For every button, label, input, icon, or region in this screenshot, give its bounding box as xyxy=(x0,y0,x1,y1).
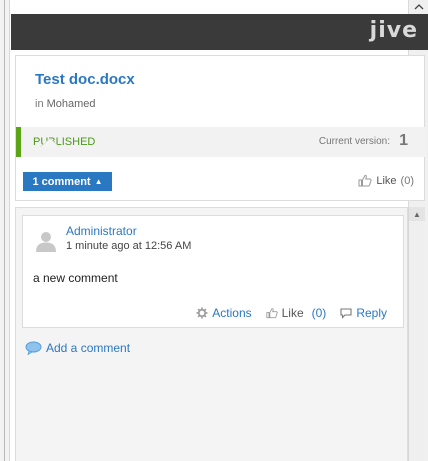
document-like-button[interactable]: Like (0) xyxy=(358,174,414,187)
jive-logo[interactable]: jive xyxy=(370,18,418,43)
window: jive Test doc.docx in Mohamed PUBLISHED … xyxy=(0,0,428,461)
speech-bubble-icon xyxy=(340,307,352,319)
comment-body: a new comment xyxy=(33,271,118,285)
comment-like-button[interactable]: Like (0) xyxy=(266,306,327,320)
document-like-label: Like xyxy=(376,174,397,187)
comments-scrollbar[interactable]: ▲ xyxy=(408,207,425,461)
comment-author[interactable]: Administrator xyxy=(66,224,137,238)
default-avatar-icon[interactable] xyxy=(35,230,57,252)
comment-reply-button[interactable]: Reply xyxy=(340,306,387,320)
comments-panel: Administrator 1 minute ago at 12:56 AM a… xyxy=(15,207,408,461)
document-location: in Mohamed xyxy=(35,98,96,110)
triangle-up-icon[interactable]: ▲ xyxy=(409,207,425,221)
version-number[interactable]: 1 xyxy=(399,132,408,150)
thumbs-up-icon xyxy=(358,174,372,187)
gear-icon xyxy=(196,307,208,319)
speech-bubble-icon xyxy=(25,341,42,355)
comment-actions-label: Actions xyxy=(212,306,252,320)
comment-actions: Actions Like (0) Reply xyxy=(196,306,387,320)
comment-like-count: (0) xyxy=(311,306,327,320)
location-prefix: in xyxy=(35,98,44,110)
comment-timestamp: 1 minute ago at 12:56 AM xyxy=(66,240,192,252)
comment-like-label: Like xyxy=(281,306,304,320)
comment-actions-button[interactable]: Actions xyxy=(196,306,252,320)
document-like-count: (0) xyxy=(400,174,414,187)
comment-toggle-label: 1 comment xyxy=(32,175,91,188)
left-rail xyxy=(0,0,10,461)
thumbs-up-icon xyxy=(266,308,278,319)
header-bar: jive xyxy=(11,14,428,50)
document-card: Test doc.docx in Mohamed PUBLISHED Curre… xyxy=(15,55,426,201)
document-title[interactable]: Test doc.docx xyxy=(35,71,135,88)
location-name[interactable]: Mohamed xyxy=(47,98,96,110)
comment-caret-fill xyxy=(41,139,59,147)
status-bar: PUBLISHED Current version: 1 xyxy=(16,127,426,157)
comment-reply-label: Reply xyxy=(356,306,387,320)
triangle-up-icon: ▲ xyxy=(94,177,103,186)
chevron-up-icon[interactable] xyxy=(409,0,428,14)
comment-toggle-button[interactable]: 1 comment ▲ xyxy=(23,172,112,191)
add-comment-link[interactable]: Add a comment xyxy=(25,341,130,355)
comment-item: Administrator 1 minute ago at 12:56 AM a… xyxy=(22,215,404,328)
version-label: Current version: xyxy=(318,136,390,147)
add-comment-label: Add a comment xyxy=(46,341,131,355)
